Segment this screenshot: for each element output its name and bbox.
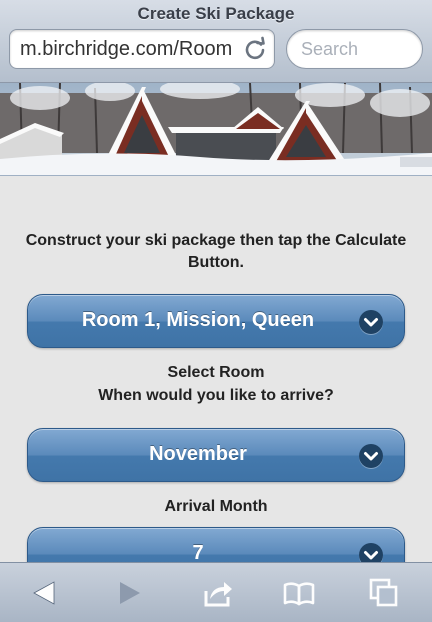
lodge-banner-image bbox=[0, 83, 432, 176]
back-arrow-icon[interactable] bbox=[28, 577, 60, 609]
room-select-value: Room 1, Mission, Queen bbox=[81, 309, 315, 331]
page-title: Create Ski Package bbox=[137, 4, 295, 23]
month-select-caption: Arrival Month bbox=[164, 498, 268, 515]
day-select[interactable]: 7 bbox=[27, 527, 405, 562]
browser-toolbar bbox=[0, 562, 432, 622]
room-select[interactable]: Room 1, Mission, Queen bbox=[27, 294, 405, 348]
bookmarks-icon[interactable] bbox=[283, 577, 315, 609]
share-icon[interactable] bbox=[202, 577, 234, 609]
url-text[interactable]: m.birchridge.com/Room bbox=[20, 38, 242, 61]
chevron-down-icon bbox=[359, 444, 383, 468]
arrive-question: When would you like to arrive? bbox=[98, 387, 334, 404]
search-placeholder: Search bbox=[301, 39, 359, 59]
chevron-down-icon bbox=[359, 310, 383, 334]
day-select-value: 7 bbox=[192, 542, 204, 562]
address-bar[interactable]: m.birchridge.com/Room bbox=[9, 29, 275, 69]
search-field[interactable]: Search bbox=[286, 29, 423, 69]
month-select[interactable]: November bbox=[27, 428, 405, 482]
chevron-down-icon bbox=[359, 543, 383, 562]
reload-icon[interactable] bbox=[242, 36, 268, 62]
forward-arrow-icon[interactable] bbox=[114, 577, 146, 609]
month-select-value: November bbox=[149, 443, 247, 465]
page-content[interactable]: Construct your ski package then tap the … bbox=[0, 176, 432, 562]
browser-top-bar: Create Ski Package m.birchridge.com/Room… bbox=[0, 0, 432, 83]
tabs-icon[interactable] bbox=[368, 577, 400, 609]
room-select-caption: Select Room bbox=[167, 364, 265, 381]
lodge-photo bbox=[0, 83, 432, 175]
instructions-text: Construct your ski package then tap the … bbox=[25, 232, 407, 271]
